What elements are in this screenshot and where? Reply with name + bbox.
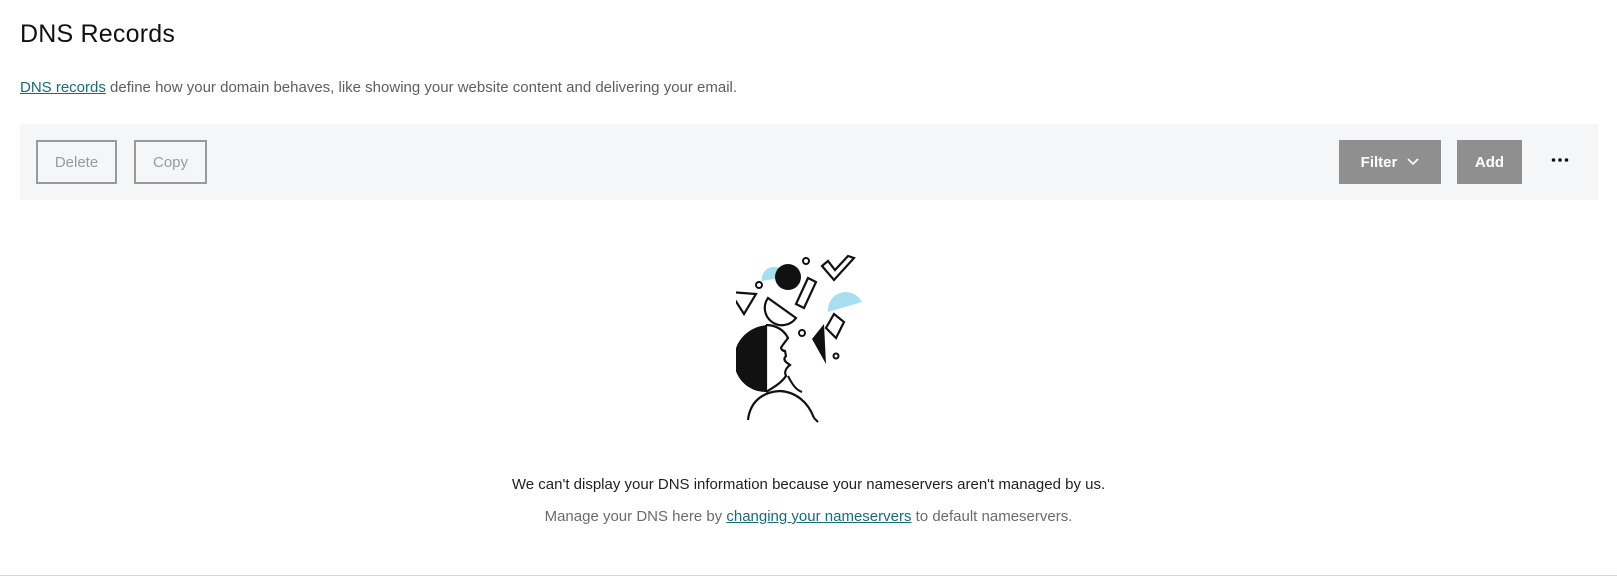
copy-button[interactable]: Copy [134,140,207,184]
sub-message-prefix: Manage your DNS here by [544,508,727,525]
empty-state-message: We can't display your DNS information be… [511,476,1106,493]
empty-state-sub-message: Manage your DNS here by changing your na… [0,508,1617,525]
page-description: DNS records define how your domain behav… [20,79,737,96]
change-nameservers-link[interactable]: changing your nameservers [726,508,911,525]
delete-button[interactable]: Delete [36,140,117,184]
dns-records-link[interactable]: DNS records [20,79,106,96]
empty-state-illustration [727,252,884,428]
dns-records-panel: DNS Records DNS records define how your … [0,0,1617,576]
chevron-down-icon [1407,158,1419,166]
sub-message-suffix: to default nameservers. [911,508,1073,525]
more-horizontal-icon[interactable] [1548,148,1572,172]
filter-button[interactable]: Filter [1339,140,1441,184]
filter-label: Filter [1360,153,1398,171]
records-toolbar: Delete Copy Filter Add [20,124,1598,200]
add-button[interactable]: Add [1457,140,1522,184]
page-title: DNS Records [20,20,176,48]
description-text: define how your domain behaves, like sho… [105,79,738,96]
